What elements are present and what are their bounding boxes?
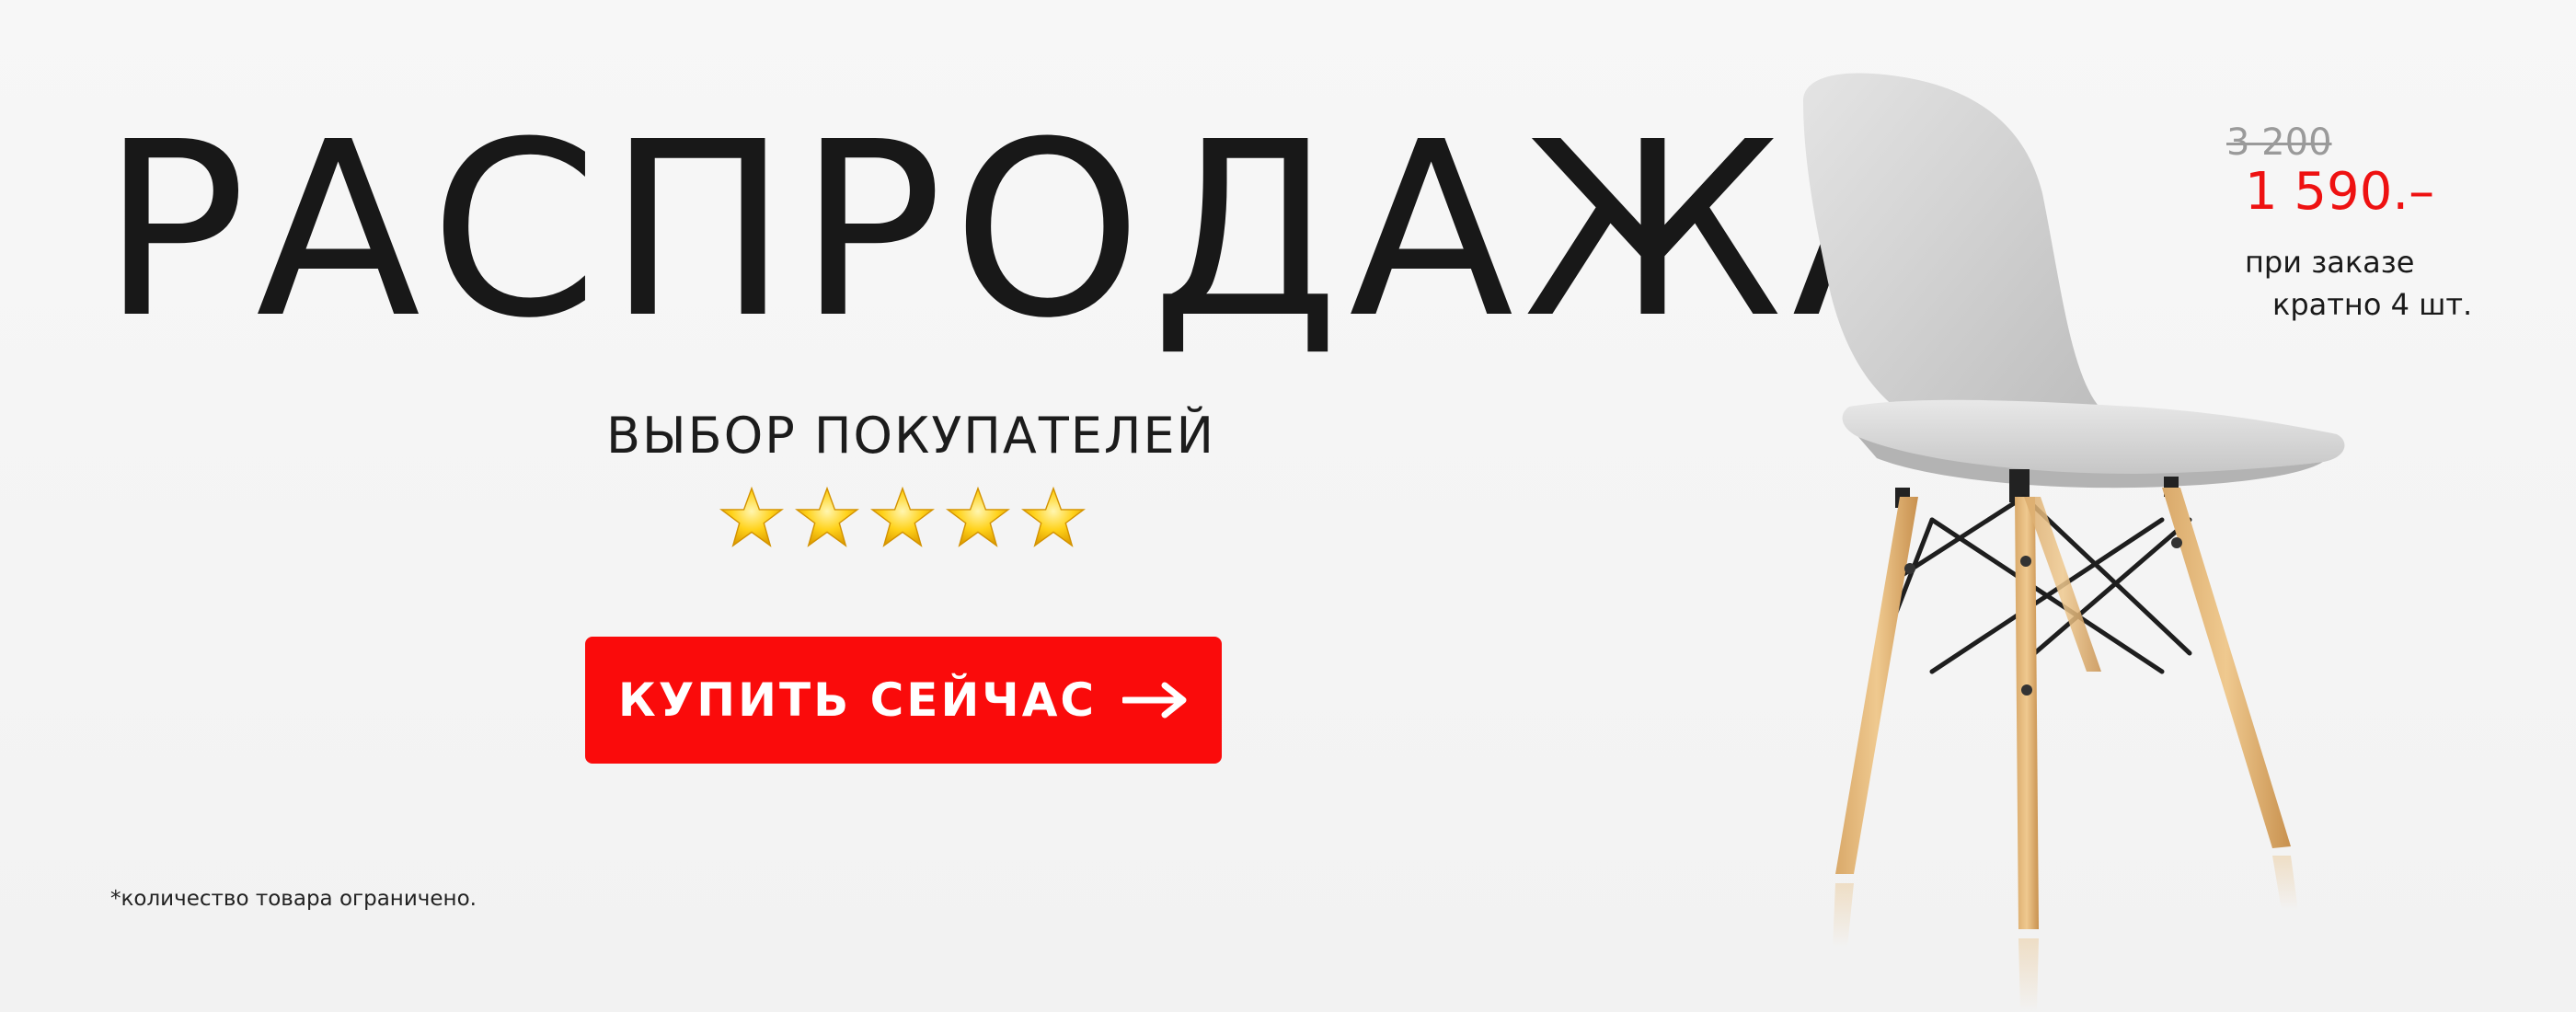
price-condition-note: при заказе кратно 4 шт. <box>2245 241 2484 327</box>
old-price: 3 200 <box>2226 121 2332 164</box>
customer-choice-subtitle: ВЫБОР ПОКУПАТЕЛЕЙ <box>605 407 1216 465</box>
arrow-right-icon <box>1122 682 1189 719</box>
buy-now-button[interactable]: КУПИТЬ СЕЙЧАС <box>585 637 1222 764</box>
rating-stars <box>719 486 1086 550</box>
star-icon <box>1021 486 1086 550</box>
star-icon <box>719 486 784 550</box>
sale-banner: РАСПРОДАЖА ВЫБОР ПОКУПАТЕЛЕЙ КУПИТЬ СЕЙЧ… <box>0 0 2576 1012</box>
star-icon <box>946 486 1010 550</box>
star-icon <box>870 486 935 550</box>
price-note-line2: кратно 4 шт. <box>2272 287 2473 323</box>
sale-price: 1 590.– <box>2245 162 2435 222</box>
limited-stock-disclaimer: *количество товара ограничено. <box>110 887 477 911</box>
price-note-line1: при заказе <box>2245 245 2415 280</box>
buy-now-label: КУПИТЬ СЕЙЧАС <box>617 673 1098 727</box>
sale-headline: РАСПРОДАЖА <box>101 90 1966 371</box>
star-icon <box>795 486 859 550</box>
